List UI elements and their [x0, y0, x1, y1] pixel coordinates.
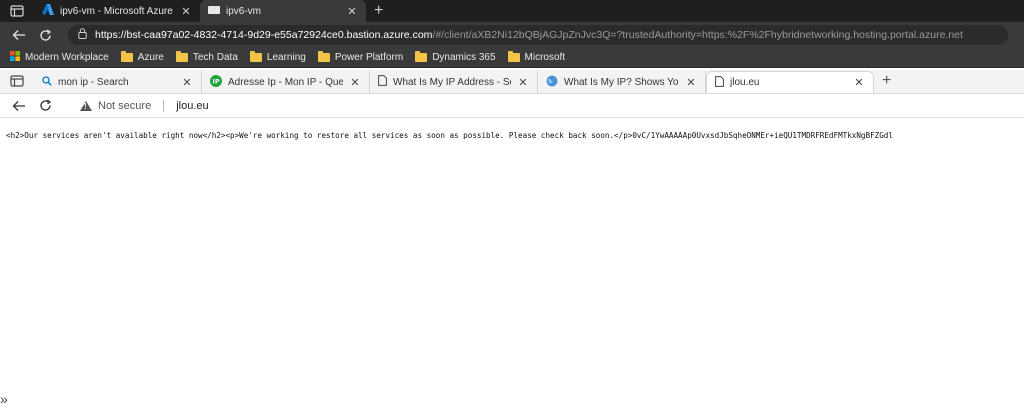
bookmark-dynamics-365[interactable]: Dynamics 365	[415, 51, 496, 63]
outer-tab-strip: ipv6-vm - Microsoft Azure ✕ ipv6-vm ✕ +	[0, 0, 1024, 22]
new-tab-button[interactable]: +	[874, 69, 899, 93]
close-tab-icon[interactable]: ✕	[685, 76, 697, 89]
tab-actions-icon[interactable]	[0, 0, 34, 22]
close-tab-icon[interactable]: ✕	[853, 76, 865, 89]
bookmark-azure[interactable]: Azure	[120, 51, 164, 63]
folder-icon	[317, 51, 330, 62]
double-chevron-right-icon[interactable]: »	[0, 391, 8, 407]
page-icon	[378, 75, 387, 89]
refresh-icon	[39, 28, 51, 41]
security-status[interactable]: Not secure	[98, 100, 151, 112]
ip-icon: IP	[210, 74, 222, 90]
azure-icon	[42, 4, 54, 18]
inner-url-field[interactable]: Not secure jlou.eu	[80, 99, 209, 112]
bookmark-microsoft[interactable]: Microsoft	[507, 51, 565, 63]
outer-tab-label: ipv6-vm	[226, 5, 262, 17]
bookmark-modern-workplace[interactable]: Modern Workplace	[10, 51, 109, 64]
inner-tab-search[interactable]: mon ip - Search ✕	[34, 71, 202, 93]
url-field[interactable]: https://bst-caa97a02-4832-4714-9d29-e55a…	[68, 25, 1008, 45]
arrow-left-icon	[12, 100, 25, 111]
refresh-icon	[39, 99, 51, 111]
refresh-button[interactable]	[32, 95, 58, 117]
close-tab-icon[interactable]: ✕	[346, 5, 358, 18]
inner-tab-strip: mon ip - Search ✕ IP Adresse Ip - Mon IP…	[0, 70, 1024, 94]
inner-tab-what-is-my-ip[interactable]: What Is My IP? Shows Your Publ ✕	[538, 71, 706, 93]
refresh-button[interactable]	[32, 24, 58, 46]
outer-address-bar: https://bst-caa97a02-4832-4714-9d29-e55a…	[0, 22, 1024, 48]
lock-icon	[78, 28, 87, 42]
close-tab-icon[interactable]: ✕	[181, 76, 193, 89]
back-button[interactable]	[6, 24, 32, 46]
inner-tab-jlou[interactable]: jlou.eu ✕	[706, 71, 874, 93]
arrow-left-icon	[12, 30, 25, 40]
close-tab-icon[interactable]: ✕	[517, 76, 529, 89]
page-icon	[715, 75, 724, 90]
tab-actions-icon[interactable]	[0, 69, 34, 93]
bookmark-power-platform[interactable]: Power Platform	[317, 51, 403, 63]
inner-address-bar: Not secure jlou.eu	[0, 94, 1024, 118]
folder-icon	[175, 51, 188, 62]
globe-icon	[546, 75, 558, 90]
back-button[interactable]	[6, 95, 32, 117]
bookmark-tech-data[interactable]: Tech Data	[175, 51, 238, 63]
bookmark-learning[interactable]: Learning	[249, 51, 306, 63]
url-text: https://bst-caa97a02-4832-4714-9d29-e55a…	[95, 29, 963, 41]
page-body-text: <h2>Our services aren't available right …	[6, 131, 893, 140]
folder-icon	[415, 51, 428, 62]
outer-tab-azure[interactable]: ipv6-vm - Microsoft Azure ✕	[34, 0, 200, 22]
divider	[163, 99, 165, 112]
folder-icon	[249, 51, 262, 62]
new-tab-button[interactable]: +	[366, 0, 391, 22]
folder-icon	[120, 51, 133, 62]
bookmarks-bar: Modern Workplace Azure Tech Data Learnin…	[0, 48, 1024, 68]
search-icon	[42, 75, 52, 89]
remote-desktop-icon	[208, 5, 220, 17]
inner-tab-adresse-ip[interactable]: IP Adresse Ip - Mon IP - Quel est m ✕	[202, 71, 370, 93]
outer-tab-label: ipv6-vm - Microsoft Azure	[60, 5, 173, 17]
site-url: jlou.eu	[176, 99, 209, 112]
inner-tab-what-is-my-ip-address[interactable]: What Is My IP Address - See You ✕	[370, 71, 538, 93]
close-tab-icon[interactable]: ✕	[349, 76, 361, 89]
microsoft-logo-icon	[10, 51, 20, 64]
outer-tab-remote[interactable]: ipv6-vm ✕	[200, 0, 366, 22]
warning-icon[interactable]	[80, 100, 92, 111]
folder-icon	[507, 51, 520, 62]
svg-text:IP: IP	[212, 77, 219, 85]
close-tab-icon[interactable]: ✕	[180, 5, 192, 18]
